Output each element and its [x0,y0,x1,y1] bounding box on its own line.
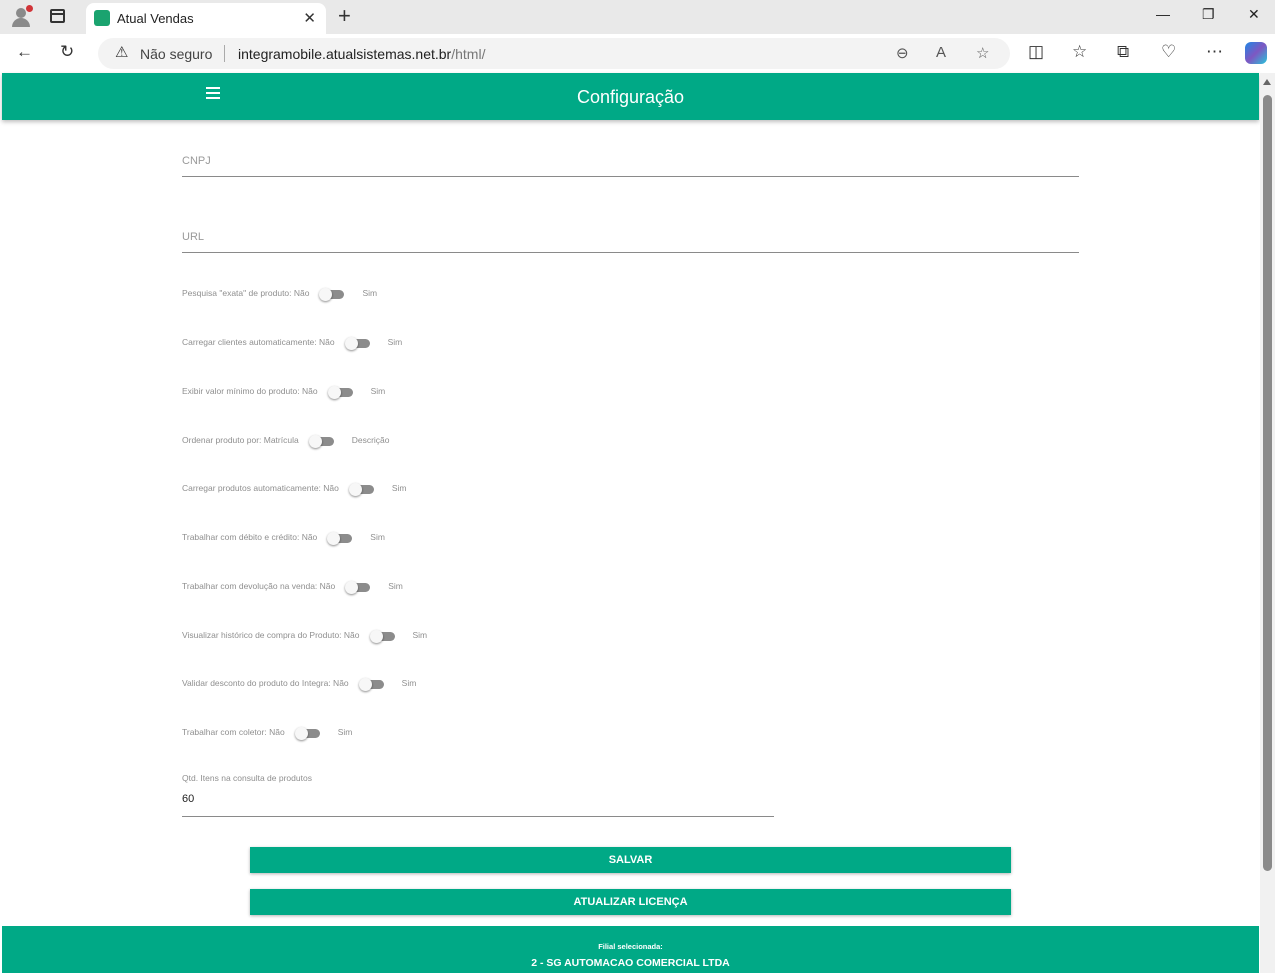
copilot-icon[interactable] [1245,42,1267,64]
toggle-row: Trabalhar com débito e crédito: Não Sim [182,527,385,547]
read-aloud-icon[interactable]: A [936,44,946,61]
app-footer: Filial selecionada: 2 - SG AUTOMACAO COM… [2,926,1259,973]
favorites-icon[interactable]: ☆ [1072,42,1087,62]
toggle-switch[interactable] [304,433,340,448]
branch-label: Filial selecionada: [598,942,663,951]
close-tab-icon[interactable]: ✕ [303,9,316,27]
toggle-row: Ordenar produto por: Matrícula Descrição [182,430,390,450]
toggle-label: Ordenar produto por: Matrícula [182,435,299,445]
toggle-row: Visualizar histórico de compra do Produt… [182,625,427,645]
tab-title: Atual Vendas [117,11,194,26]
url-path: /html/ [451,46,486,62]
more-options-icon[interactable]: ⋯ [1206,42,1223,62]
toggle-label: Trabalhar com débito e crédito: Não [182,532,318,542]
address-separator [224,45,225,62]
warning-icon[interactable]: ⚠ [115,43,128,61]
close-window-icon[interactable]: ✕ [1248,6,1260,23]
toggle-on-label: Sim [370,386,386,396]
toggle-switch[interactable] [290,725,326,740]
restore-icon[interactable]: ❐ [1202,6,1215,23]
toggle-label: Carregar clientes automaticamente: Não [182,337,335,347]
security-label[interactable]: Não seguro [140,46,212,62]
browser-toolbar: ← ↻ ⚠ Não seguro integramobile.atualsist… [0,34,1275,72]
url-host: integramobile.atualsistemas.net.br [238,46,452,62]
page-scrollbar[interactable] [1260,73,1275,973]
update-license-button[interactable]: ATUALIZAR LICENÇA [250,889,1011,915]
save-button[interactable]: SALVAR [250,847,1011,873]
browser-essentials-icon[interactable]: ♡ [1161,42,1176,62]
profile-icon[interactable] [11,5,33,27]
url-field[interactable]: URL [182,226,1079,253]
page-title: Configuração [576,87,685,107]
toggle-switch[interactable] [340,579,376,594]
toggle-row: Validar desconto do produto do Integra: … [182,673,416,693]
toggle-row: Carregar produtos automaticamente: Não S… [182,478,407,498]
split-screen-icon[interactable]: ◫ [1028,42,1044,62]
zoom-icon[interactable]: ⊖ [896,44,909,62]
toggle-on-label: Sim [387,337,403,347]
toggle-on-label: Sim [391,483,407,493]
url-label: URL [182,231,205,243]
toggle-switch[interactable] [314,286,350,301]
toggle-on-label: Sim [370,532,385,542]
toggle-switch[interactable] [344,481,380,496]
back-icon[interactable]: ← [16,42,33,62]
collections-icon[interactable]: ⧉ [1117,42,1129,62]
browser-tab-strip: Atual Vendas ✕ + — ❐ ✕ [0,0,1275,34]
cnpj-label: CNPJ [182,155,211,167]
toggle-switch[interactable] [365,628,401,643]
toggle-label: Carregar produtos automaticamente: Não [182,483,339,493]
branch-name: 2 - SG AUTOMACAO COMERCIAL LTDA [531,957,730,969]
app-favicon-icon [94,10,110,26]
toggle-row: Pesquisa "exata" de produto: Não Sim [182,283,377,303]
refresh-icon[interactable]: ↻ [60,42,74,62]
toggle-label: Visualizar histórico de compra do Produt… [182,630,360,640]
toggle-on-label: Sim [401,678,417,688]
toggle-switch[interactable] [323,384,359,399]
app-header: Configuração [2,73,1259,120]
toggle-switch[interactable] [354,676,390,691]
toggle-label: Validar desconto do produto do Integra: … [182,678,349,688]
toggle-row: Trabalhar com coletor: Não Sim [182,722,352,742]
qtd-itens-label: Qtd. Itens na consulta de produtos [182,773,312,783]
toggle-switch[interactable] [340,335,376,350]
toggle-label: Trabalhar com devolução na venda: Não [182,581,336,591]
toggle-on-label: Sim [388,581,403,591]
qtd-itens-field[interactable]: Qtd. Itens na consulta de produtos 60 [182,770,774,817]
toggle-label: Trabalhar com coletor: Não [182,727,285,737]
scroll-up-icon[interactable] [1263,79,1271,85]
address-url[interactable]: integramobile.atualsistemas.net.br/html/ [238,46,485,62]
favorite-star-icon[interactable]: ☆ [976,44,989,62]
new-tab-icon[interactable]: + [338,3,351,29]
toggle-on-label: Sim [362,288,378,298]
toggle-on-label: Descrição [351,435,390,445]
toggle-label: Pesquisa "exata" de produto: Não [182,288,310,298]
browser-tab[interactable]: Atual Vendas ✕ [86,3,326,34]
toggle-row: Exibir valor mínimo do produto: Não Sim [182,381,385,401]
cnpj-field[interactable]: CNPJ [182,150,1079,177]
toggle-row: Carregar clientes automaticamente: Não S… [182,332,402,352]
minimize-icon[interactable]: — [1156,6,1170,22]
toggle-label: Exibir valor mínimo do produto: Não [182,386,318,396]
scrollbar-thumb[interactable] [1263,95,1272,871]
toggle-on-label: Sim [412,630,428,640]
tab-actions-icon[interactable] [50,9,65,23]
qtd-itens-value[interactable]: 60 [182,793,194,805]
toggle-on-label: Sim [337,727,353,737]
address-bar[interactable]: ⚠ Não seguro integramobile.atualsistemas… [98,38,1010,69]
toggle-switch[interactable] [322,530,358,545]
toggle-row: Trabalhar com devolução na venda: Não Si… [182,576,403,596]
